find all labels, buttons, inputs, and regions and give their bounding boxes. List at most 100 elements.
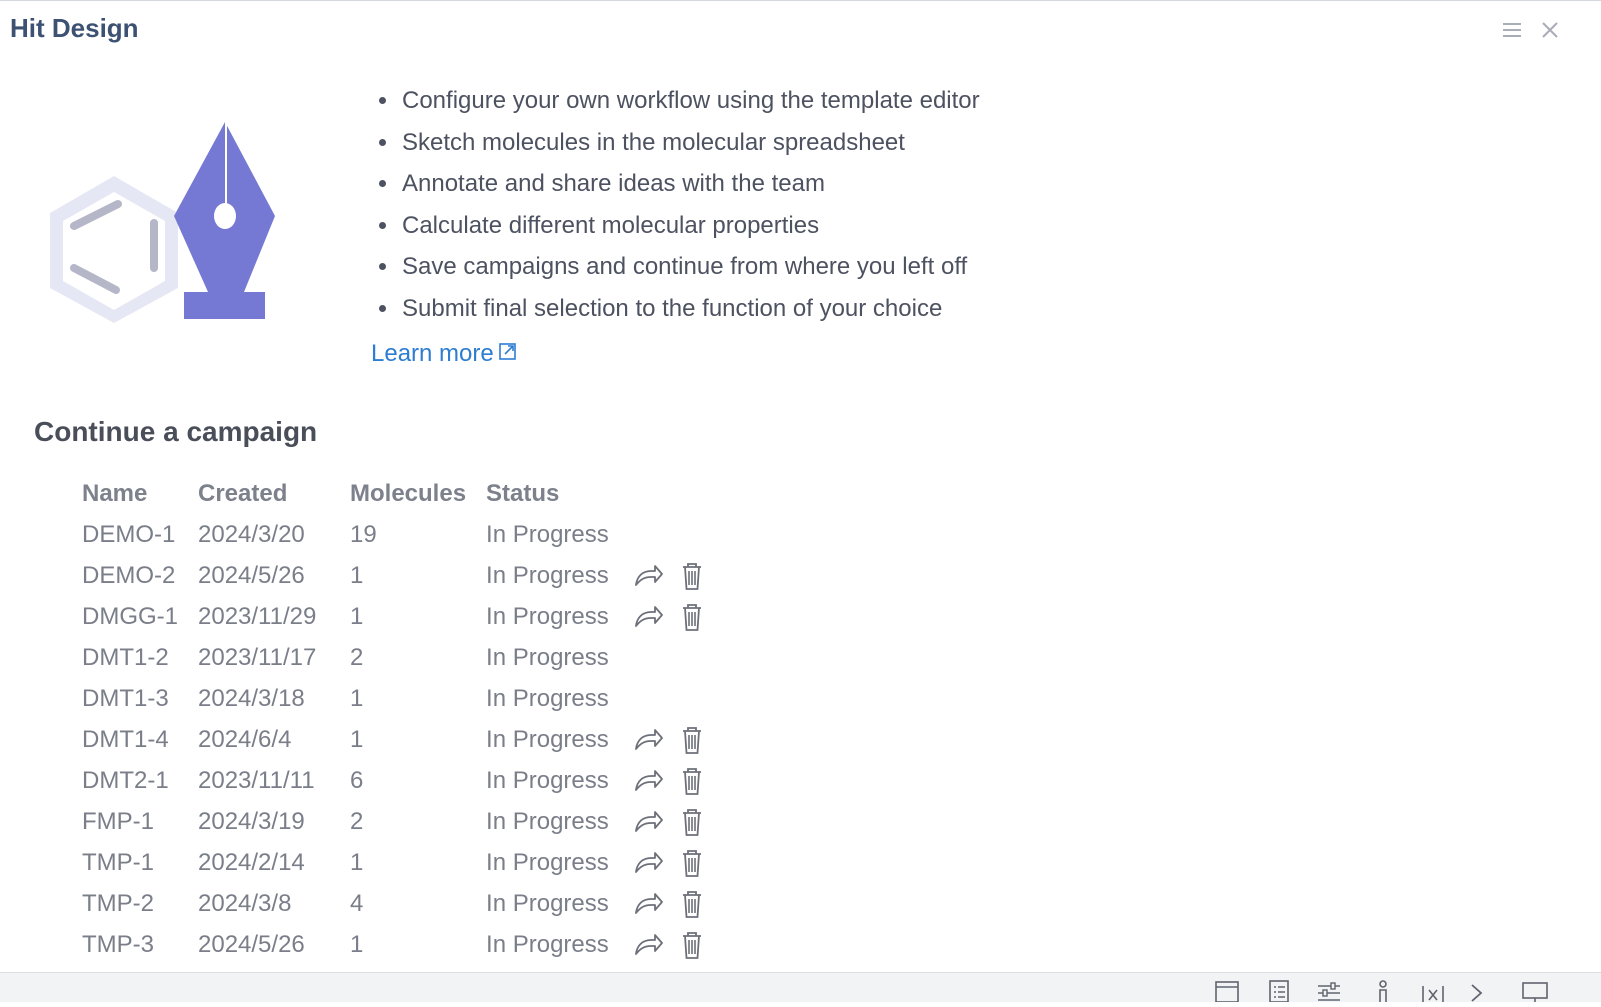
campaign-name-link[interactable]: FMP-1	[72, 801, 188, 842]
created-date: 2024/5/26	[198, 930, 305, 958]
trash-icon[interactable]	[676, 888, 708, 920]
feature-item: Save campaigns and continue from where y…	[400, 246, 980, 288]
molecule-count: 4	[350, 889, 364, 917]
variables-icon[interactable]	[1420, 978, 1446, 1002]
status-text: In Progress	[486, 766, 609, 794]
learn-more-label: Learn more	[371, 340, 494, 367]
created-date: 2024/6/4	[198, 725, 292, 753]
row-actions	[622, 555, 730, 596]
properties-icon[interactable]	[1266, 978, 1292, 1003]
top-border	[0, 0, 1601, 1]
column-header-name: Name	[82, 479, 148, 507]
status-text: In Progress	[486, 684, 609, 712]
created-date: 2024/5/26	[198, 561, 305, 589]
share-icon[interactable]	[632, 601, 664, 633]
table-row: DMT1-4 2024/6/4 1 In Progress	[72, 719, 730, 760]
created-date: 2024/3/19	[198, 807, 305, 835]
share-icon[interactable]	[632, 888, 664, 920]
molecule-count: 19	[350, 520, 377, 548]
status-text: In Progress	[486, 561, 609, 589]
table-row: DMT2-1 2023/11/11 6 In Progress	[72, 760, 730, 801]
trash-icon[interactable]	[676, 765, 708, 797]
campaign-name-link[interactable]: TMP-3	[72, 924, 188, 965]
molecule-count: 1	[350, 930, 364, 958]
status-text: In Progress	[486, 602, 609, 630]
column-header-status: Status	[486, 479, 560, 507]
campaign-name-link[interactable]: TMP-2	[72, 883, 188, 924]
share-icon[interactable]	[632, 806, 664, 838]
molecule-count: 1	[350, 848, 364, 876]
share-icon[interactable]	[632, 847, 664, 879]
trash-icon[interactable]	[676, 929, 708, 961]
hamburger-menu-icon[interactable]	[1500, 18, 1524, 42]
presentation-icon[interactable]	[1522, 978, 1548, 1002]
campaign-name-link[interactable]: DMT1-4	[72, 719, 188, 760]
close-icon[interactable]	[1538, 18, 1562, 42]
campaign-name-link[interactable]: DEMO-1	[72, 514, 188, 555]
column-header-created: Created	[198, 479, 288, 507]
molecule-count: 1	[350, 725, 364, 753]
campaign-name-link[interactable]: DMT2-1	[72, 760, 188, 801]
external-link-icon	[498, 340, 518, 368]
section-title: Continue a campaign	[34, 416, 318, 447]
trash-icon[interactable]	[676, 560, 708, 592]
row-actions	[622, 637, 730, 678]
row-actions	[622, 842, 730, 883]
feature-list: Configure your own workflow using the te…	[364, 80, 980, 330]
window-icon[interactable]	[1214, 978, 1240, 1003]
feature-item: Annotate and share ideas with the team	[400, 163, 980, 205]
campaign-name-link[interactable]: DMT1-3	[72, 678, 188, 719]
column-header-actions	[622, 473, 730, 514]
column-header-molecules: Molecules	[350, 479, 467, 507]
feature-item: Calculate different molecular properties	[400, 205, 980, 247]
created-date: 2024/3/18	[198, 684, 305, 712]
created-date: 2023/11/11	[198, 766, 315, 794]
table-row: DMT1-3 2024/3/18 1 In Progress	[72, 678, 730, 719]
status-text: In Progress	[486, 643, 609, 671]
learn-more-link[interactable]: Learn more	[371, 340, 518, 368]
share-icon[interactable]	[632, 724, 664, 756]
table-row: DMGG-1 2023/11/29 1 In Progress	[72, 596, 730, 637]
status-text: In Progress	[486, 889, 609, 917]
table-row: TMP-2 2024/3/8 4 In Progress	[72, 883, 730, 924]
created-date: 2024/3/20	[198, 520, 305, 548]
trash-icon[interactable]	[676, 847, 708, 879]
trash-icon[interactable]	[676, 601, 708, 633]
sliders-icon[interactable]	[1316, 978, 1342, 1002]
feature-item: Submit final selection to the function o…	[400, 288, 980, 330]
table-row: DMT1-2 2023/11/17 2 In Progress	[72, 637, 730, 678]
row-actions	[622, 514, 730, 555]
trash-icon[interactable]	[676, 724, 708, 756]
campaign-name-link[interactable]: DMGG-1	[72, 596, 188, 637]
campaign-name-link[interactable]: DEMO-2	[72, 555, 188, 596]
share-icon[interactable]	[632, 560, 664, 592]
row-actions	[622, 883, 730, 924]
share-icon[interactable]	[632, 765, 664, 797]
molecule-count: 1	[350, 602, 364, 630]
status-text: In Progress	[486, 848, 609, 876]
table-row: FMP-1 2024/3/19 2 In Progress	[72, 801, 730, 842]
molecule-pen-icon	[44, 118, 294, 333]
chevron-right-icon[interactable]	[1464, 978, 1490, 1002]
campaign-name-link[interactable]: DMT1-2	[72, 637, 188, 678]
trash-icon[interactable]	[676, 806, 708, 838]
status-bar	[0, 972, 1601, 1003]
feature-item: Configure your own workflow using the te…	[400, 80, 980, 122]
created-date: 2023/11/17	[198, 643, 317, 671]
row-actions	[622, 760, 730, 801]
table-row: TMP-1 2024/2/14 1 In Progress	[72, 842, 730, 883]
feature-item: Sketch molecules in the molecular spread…	[400, 122, 980, 164]
molecule-count: 6	[350, 766, 364, 794]
row-actions	[622, 596, 730, 637]
share-icon[interactable]	[632, 929, 664, 961]
created-date: 2024/3/8	[198, 889, 292, 917]
table-row: DEMO-1 2024/3/20 19 In Progress	[72, 514, 730, 555]
table-header-row: Name Created Molecules Status	[72, 473, 730, 514]
status-text: In Progress	[486, 930, 609, 958]
campaign-name-link[interactable]: TMP-1	[72, 842, 188, 883]
campaign-rows: DEMO-1 2024/3/20 19 In Progress DEMO-2 2024/5…	[72, 514, 730, 965]
row-actions	[622, 801, 730, 842]
table-row: TMP-3 2024/5/26 1 In Progress	[72, 924, 730, 965]
row-actions	[622, 678, 730, 719]
person-icon[interactable]	[1370, 978, 1396, 1002]
